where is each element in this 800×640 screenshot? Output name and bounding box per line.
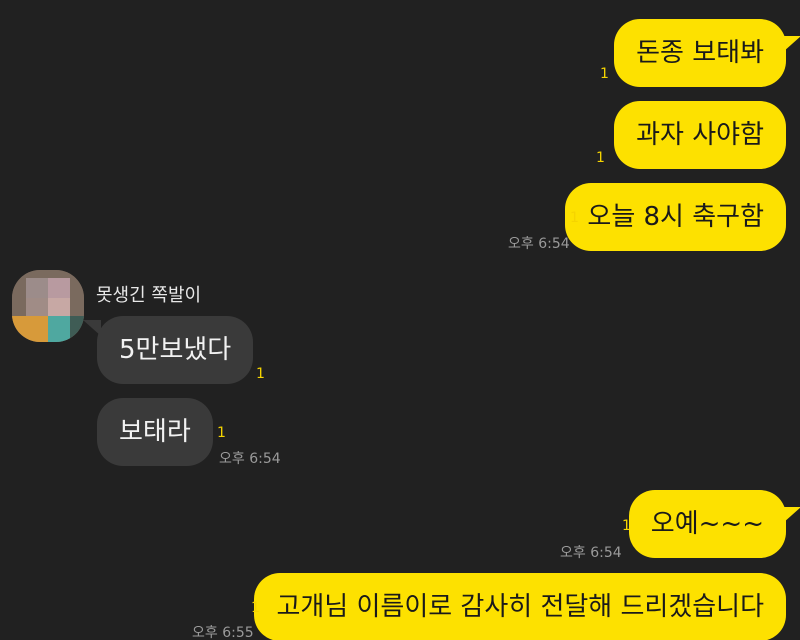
unread-count: 1 [596,150,605,166]
my-message-bubble[interactable]: 오늘 8시 축구함 [565,183,786,251]
unread-count: 1 [256,366,265,382]
avatar-mosaic [48,316,70,342]
message-timestamp: 오후 6:54 [508,236,570,252]
chat-screen: 돈종 보태봐 1 과자 사야함 1 오늘 8시 축구함 1 오후 6:54 못생… [0,0,800,640]
message-timestamp: 오후 6:54 [219,451,281,467]
my-message-bubble[interactable]: 돈종 보태봐 [614,19,786,87]
my-message-bubble[interactable]: 오예~~~ [628,490,786,558]
avatar-mosaic [26,298,48,316]
message-timestamp: 오후 6:54 [560,545,622,561]
unread-count: 1 [570,210,579,226]
unread-count: 1 [600,66,609,82]
bubble-tail [783,36,800,52]
bubble-tail [83,320,101,336]
my-message-bubble[interactable]: 고개님 이름이로 감사히 전달해 드리겠습니다 [254,573,786,640]
avatar-mosaic [26,278,48,298]
my-message-bubble[interactable]: 과자 사야함 [614,101,786,169]
unread-count: 1 [251,600,260,616]
avatar-mosaic [48,298,70,316]
sender-name: 못생긴 쪽발이 [96,285,202,306]
unread-count: 1 [622,518,631,534]
avatar-mosaic [12,316,48,342]
message-timestamp: 오후 6:55 [192,625,254,640]
sender-avatar[interactable] [12,270,84,342]
incoming-message-bubble[interactable]: 보태라 [97,398,213,466]
avatar-mosaic [70,316,84,342]
bubble-tail [783,507,800,523]
avatar-mosaic [48,278,70,298]
incoming-message-bubble[interactable]: 5만보냈다 [97,316,254,384]
unread-count: 1 [217,425,226,441]
